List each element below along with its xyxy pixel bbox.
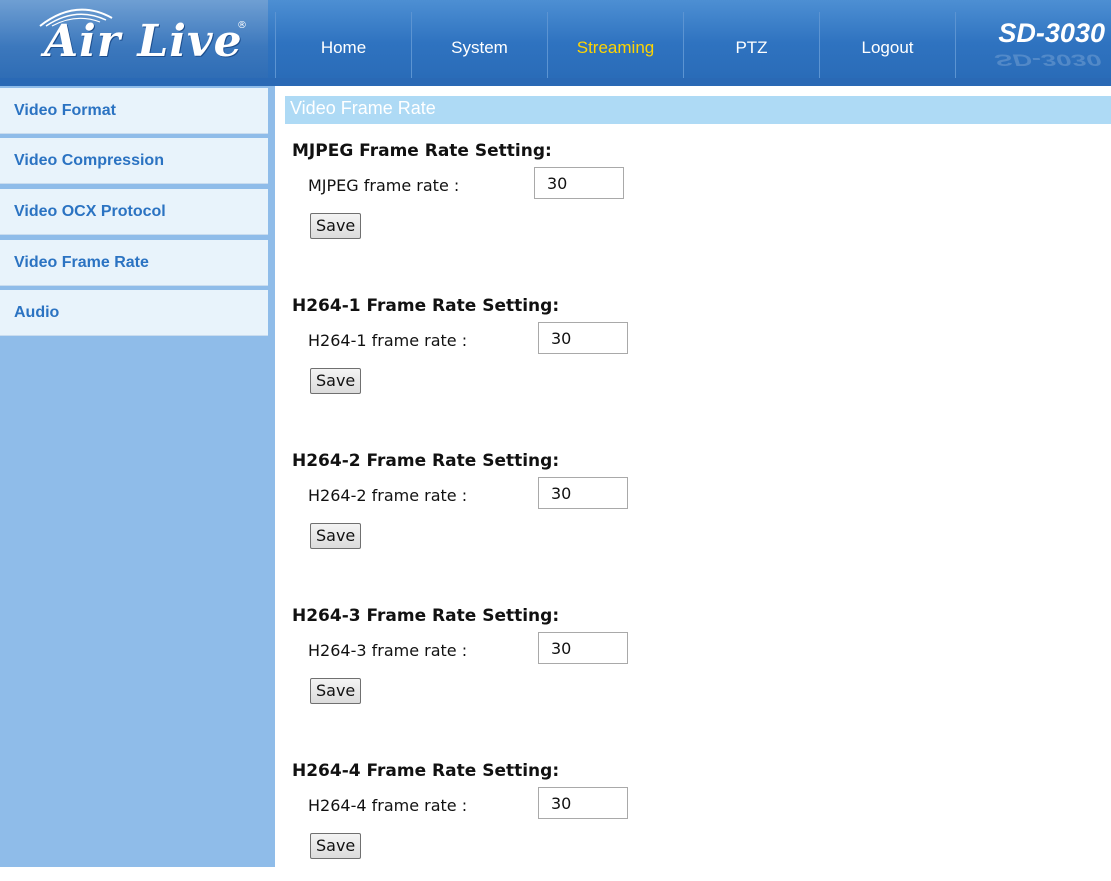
sidebar-item-video-format[interactable]: Video Format bbox=[0, 88, 268, 134]
nav-ptz[interactable]: PTZ bbox=[684, 28, 819, 68]
block-heading: H264-1 Frame Rate Setting: bbox=[292, 296, 560, 316]
h264-1-frame-rate-block: H264-1 Frame Rate Setting: H264-1 frame … bbox=[292, 296, 792, 416]
nav-separator bbox=[955, 12, 956, 78]
sidebar-item-video-ocx-protocol[interactable]: Video OCX Protocol bbox=[0, 189, 268, 235]
save-button[interactable]: Save bbox=[310, 523, 362, 549]
block-heading: MJPEG Frame Rate Setting: bbox=[292, 141, 552, 161]
save-button[interactable]: Save bbox=[310, 368, 362, 394]
save-button[interactable]: Save bbox=[310, 678, 362, 704]
page-title: Video Frame Rate bbox=[290, 98, 436, 118]
field-label: H264-4 frame rate : bbox=[308, 796, 468, 815]
sidebar-item-video-frame-rate[interactable]: Video Frame Rate bbox=[0, 240, 268, 286]
header-bottom-strip bbox=[0, 78, 1111, 86]
nav-home[interactable]: Home bbox=[276, 28, 411, 68]
sidebar-item-audio[interactable]: Audio bbox=[0, 290, 268, 336]
h264-1-frame-rate-input[interactable] bbox=[538, 322, 628, 354]
mjpeg-frame-rate-input[interactable] bbox=[534, 167, 624, 199]
h264-2-frame-rate-input[interactable] bbox=[538, 477, 628, 509]
h264-4-frame-rate-input[interactable] bbox=[538, 787, 628, 819]
field-label: H264-3 frame rate : bbox=[308, 641, 468, 660]
save-button[interactable]: Save bbox=[310, 213, 362, 239]
save-button[interactable]: Save bbox=[310, 833, 362, 859]
nav-logout[interactable]: Logout bbox=[820, 28, 955, 68]
field-label: MJPEG frame rate : bbox=[308, 176, 460, 195]
logo-registered-mark: ® bbox=[237, 20, 247, 31]
model-reflection: SD-3030 bbox=[994, 50, 1101, 69]
block-heading: H264-3 Frame Rate Setting: bbox=[292, 606, 560, 626]
field-label: H264-2 frame rate : bbox=[308, 486, 468, 505]
mjpeg-frame-rate-block: MJPEG Frame Rate Setting: MJPEG frame ra… bbox=[292, 141, 792, 261]
h264-4-frame-rate-block: H264-4 Frame Rate Setting: H264-4 frame … bbox=[292, 761, 792, 881]
h264-2-frame-rate-block: H264-2 Frame Rate Setting: H264-2 frame … bbox=[292, 451, 792, 571]
model-name: SD-3030 bbox=[998, 18, 1105, 48]
logo-text: Air Live bbox=[44, 16, 243, 67]
h264-3-frame-rate-input[interactable] bbox=[538, 632, 628, 664]
block-heading: H264-4 Frame Rate Setting: bbox=[292, 761, 560, 781]
nav-streaming[interactable]: Streaming bbox=[548, 28, 683, 68]
airlive-logo[interactable]: Air Live ® bbox=[0, 0, 268, 78]
sidebar-item-video-compression[interactable]: Video Compression bbox=[0, 138, 268, 184]
nav-system[interactable]: System bbox=[412, 28, 547, 68]
h264-3-frame-rate-block: H264-3 Frame Rate Setting: H264-3 frame … bbox=[292, 606, 792, 726]
block-heading: H264-2 Frame Rate Setting: bbox=[292, 451, 560, 471]
field-label: H264-1 frame rate : bbox=[308, 331, 468, 350]
